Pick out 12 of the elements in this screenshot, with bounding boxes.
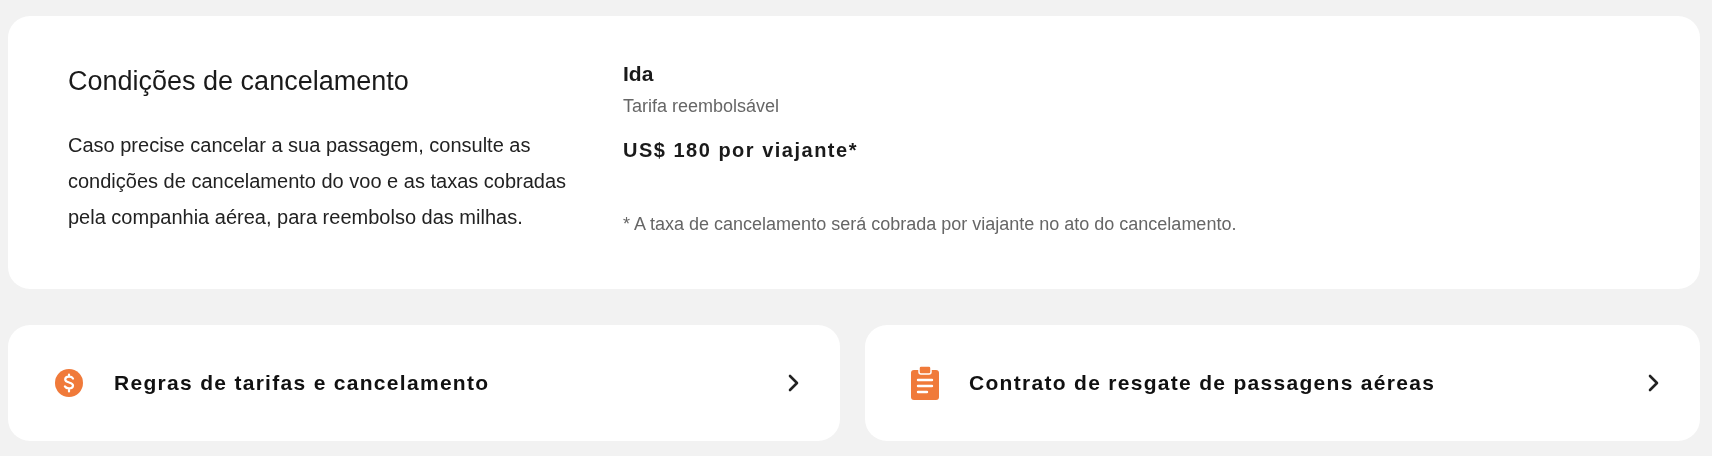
dollar-icon [54, 368, 84, 398]
section-title: Condições de cancelamento [68, 66, 410, 97]
fare-type: Tarifa reembolsável [623, 96, 781, 117]
chevron-right-icon [788, 374, 800, 392]
price-text: US$ 180 por viajante* [623, 139, 859, 162]
link-card[interactable]: Regras de tarifas e cancelamento [8, 325, 840, 441]
footnote-text: * A taxa de cancelamento será cobrada por viajante no ato do cancelamento. [623, 214, 1238, 235]
segment-label: Ida [623, 62, 655, 86]
description-text: Caso precise cancelar a sua passagem, consulte as condições de cancelamento do voo e as taxas cobradas pela companhia aérea, para reembolso das milhas. [68, 133, 568, 230]
chevron-right-icon [1648, 374, 1660, 392]
clipboard-icon [911, 366, 939, 400]
link-card[interactable]: Contrato de resgate de passagens aéreas [865, 325, 1700, 441]
